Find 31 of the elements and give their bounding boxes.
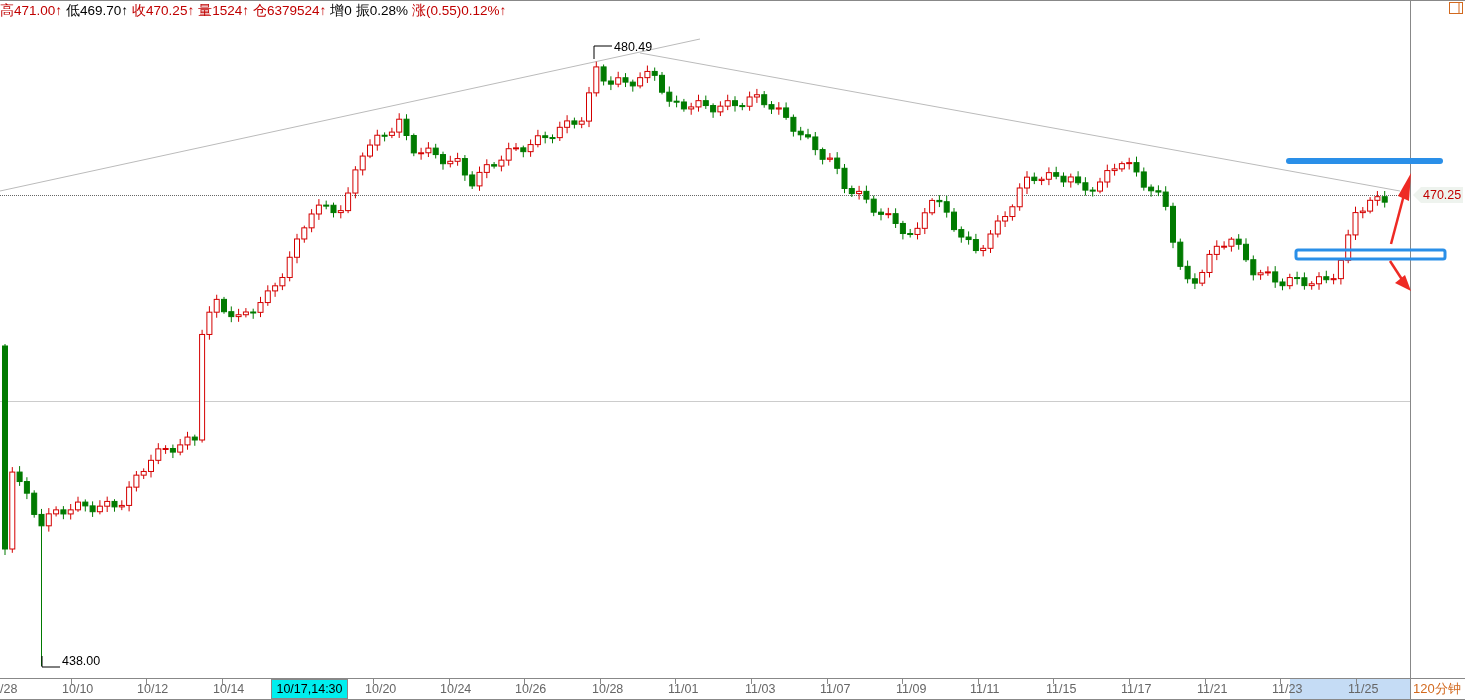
quote-value: 增0 <box>330 1 352 20</box>
date-label: 11/03 <box>745 682 776 696</box>
date-label: 10/14 <box>213 682 245 696</box>
date-label: /28 <box>0 682 18 696</box>
date-label: 11/11 <box>970 682 1000 696</box>
quote-value: 振0.28% <box>355 1 409 20</box>
date-label: 11/01 <box>668 682 699 696</box>
date-label: 11/17 <box>1121 682 1152 696</box>
date-label: 10/20 <box>365 682 397 696</box>
date-label: 11/23 <box>1272 682 1303 696</box>
date-label: 10/24 <box>440 682 472 696</box>
date-label: 11/21 <box>1197 682 1228 696</box>
period-label[interactable]: 120分钟 <box>1410 678 1465 700</box>
cursor-date-label: 10/17,14:30 <box>271 679 348 699</box>
quote-value: 仓6379524↑ <box>252 1 327 20</box>
quote-value: 涨(0.55)0.12%↑ <box>412 1 507 20</box>
date-label: 11/15 <box>1046 682 1077 696</box>
date-label: 11/25 <box>1348 682 1379 696</box>
date-label: 11/07 <box>820 682 851 696</box>
date-label: 10/10 <box>62 682 94 696</box>
last-price-tag: 470.25 <box>1413 187 1464 203</box>
quote-value: 高471.00↑ <box>0 1 63 20</box>
low-price-label: 438.00 <box>62 654 101 668</box>
date-label: 10/28 <box>592 682 624 696</box>
quote-value: 收470.25↑ <box>132 1 195 20</box>
high-price-label: 480.49 <box>614 40 653 54</box>
date-label: 11/09 <box>896 682 927 696</box>
quote-value: 量1524↑ <box>198 1 249 20</box>
date-label: 10/26 <box>515 682 547 696</box>
quote-value: 低469.70↑ <box>66 1 129 20</box>
date-label: 10/12 <box>137 682 169 696</box>
